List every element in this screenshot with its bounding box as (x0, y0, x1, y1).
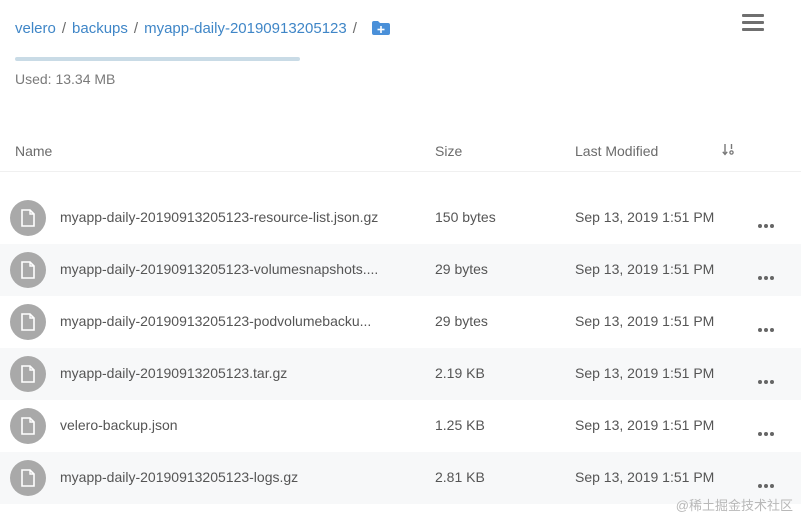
file-modified: Sep 13, 2019 1:51 PM (575, 313, 715, 329)
column-header-size[interactable]: Size (435, 143, 462, 159)
breadcrumb-separator: / (133, 19, 139, 37)
storage-used-text: Used: 13.34 MB (15, 71, 116, 87)
file-modified: Sep 13, 2019 1:51 PM (575, 209, 715, 225)
column-header-last-modified[interactable]: Last Modified (575, 143, 658, 159)
file-size: 1.25 KB (435, 417, 485, 433)
file-icon (10, 408, 46, 444)
breadcrumb-separator: / (61, 19, 67, 37)
file-size: 2.81 KB (435, 469, 485, 485)
storage-usage-bar (15, 57, 300, 61)
file-name[interactable]: myapp-daily-20190913205123-volumesnapsho… (60, 261, 410, 277)
table-row[interactable]: myapp-daily-20190913205123-podvolumeback… (0, 296, 801, 348)
file-browser: velero / backups / myapp-daily-201909132… (0, 0, 801, 520)
file-list: myapp-daily-20190913205123-resource-list… (0, 192, 801, 504)
breadcrumb-item-backups[interactable]: backups (72, 20, 128, 37)
file-icon (10, 200, 46, 236)
file-modified: Sep 13, 2019 1:51 PM (575, 365, 715, 381)
hamburger-menu-icon[interactable] (742, 14, 764, 34)
more-horizontal-icon[interactable] (758, 215, 778, 228)
file-size: 2.19 KB (435, 365, 485, 381)
file-name[interactable]: myapp-daily-20190913205123-podvolumeback… (60, 313, 410, 329)
file-name[interactable]: velero-backup.json (60, 417, 410, 433)
file-size: 150 bytes (435, 209, 496, 225)
table-row[interactable]: myapp-daily-20190913205123.tar.gz 2.19 K… (0, 348, 801, 400)
file-size: 29 bytes (435, 313, 488, 329)
more-horizontal-icon[interactable] (758, 319, 778, 332)
file-icon (10, 460, 46, 496)
sort-icon[interactable] (721, 142, 737, 158)
folder-plus-icon[interactable] (371, 20, 391, 36)
more-horizontal-icon[interactable] (758, 371, 778, 384)
breadcrumb-separator: / (352, 19, 357, 37)
more-horizontal-icon[interactable] (758, 267, 778, 280)
table-row[interactable]: myapp-daily-20190913205123-resource-list… (0, 192, 801, 244)
file-name[interactable]: myapp-daily-20190913205123-logs.gz (60, 469, 410, 485)
watermark-text: @稀土掘金技术社区 (675, 498, 793, 513)
header-divider (0, 171, 801, 172)
breadcrumb-item-backup[interactable]: myapp-daily-20190913205123 (144, 20, 347, 37)
column-header-name[interactable]: Name (15, 143, 52, 159)
table-row[interactable]: velero-backup.json 1.25 KB Sep 13, 2019 … (0, 400, 801, 452)
more-horizontal-icon[interactable] (758, 423, 778, 436)
file-modified: Sep 13, 2019 1:51 PM (575, 417, 715, 433)
file-name[interactable]: myapp-daily-20190913205123-resource-list… (60, 209, 410, 225)
breadcrumb: velero / backups / myapp-daily-201909132… (15, 17, 391, 39)
file-icon (10, 304, 46, 340)
file-icon (10, 252, 46, 288)
file-icon (10, 356, 46, 392)
file-name[interactable]: myapp-daily-20190913205123.tar.gz (60, 365, 410, 381)
file-modified: Sep 13, 2019 1:51 PM (575, 261, 715, 277)
table-row[interactable]: myapp-daily-20190913205123-volumesnapsho… (0, 244, 801, 296)
more-horizontal-icon[interactable] (758, 475, 778, 488)
table-header: Name Size Last Modified (0, 140, 801, 164)
file-size: 29 bytes (435, 261, 488, 277)
file-modified: Sep 13, 2019 1:51 PM (575, 469, 715, 485)
breadcrumb-item-velero[interactable]: velero (15, 20, 56, 37)
